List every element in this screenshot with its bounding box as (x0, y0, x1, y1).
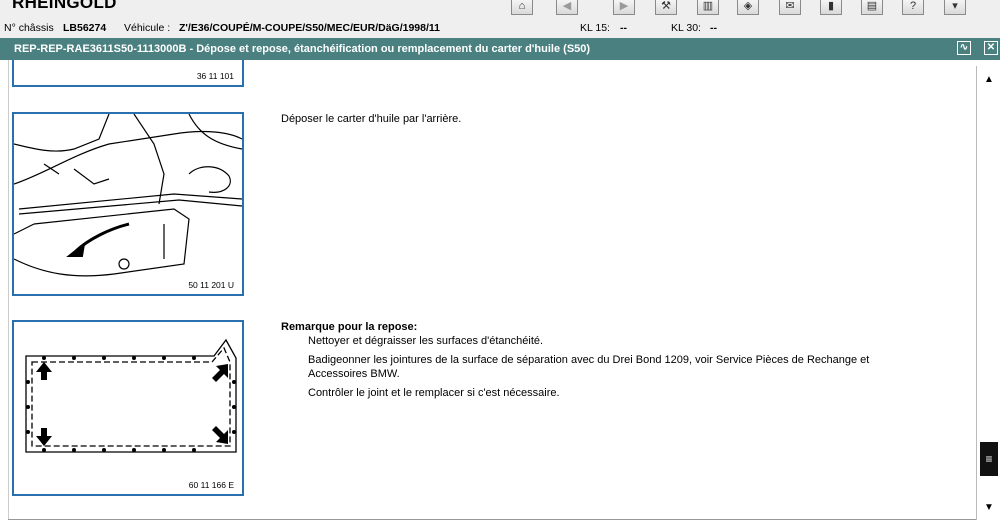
vertical-scrollbar[interactable]: ▲ ≡ ▼ (976, 66, 1000, 520)
help-button[interactable]: ? (902, 0, 924, 15)
note-title: Remarque pour la repose: (281, 321, 418, 333)
chassis-label: N° châssis (4, 22, 54, 34)
home-button[interactable]: ⌂ (511, 0, 533, 15)
oil-pan-removal-illustration (14, 114, 242, 277)
chassis-value: LB56274 (63, 22, 107, 34)
vehicle-info-line: N° châssis LB56274 Véhicule : Z'/E36/COU… (0, 20, 1000, 36)
note-item: Nettoyer et dégraisser les surfaces d'ét… (308, 335, 544, 347)
mail-icon: ✉ (785, 0, 795, 12)
waveform-button[interactable]: ∿ (957, 41, 971, 55)
vehicle-value: Z'/E36/COUPÉ/M-COUPE/S50/MEC/EUR/DäG/199… (179, 22, 441, 34)
wrench-button[interactable]: ⚒ (655, 0, 677, 15)
figure-3[interactable]: 60 11 166 E (12, 320, 244, 496)
arrow-up-icon: ▲ (984, 73, 994, 85)
note-item: Badigeonner les jointures de la surface … (308, 354, 870, 380)
kl30-label: KL 30: (671, 22, 701, 34)
help-icon: ? (909, 0, 917, 12)
mail-button[interactable]: ✉ (779, 0, 801, 15)
app-brand: RHEINGOLD (12, 0, 117, 12)
exit-icon: ▾ (952, 0, 958, 12)
waveform-icon: ∿ (959, 42, 969, 53)
figure-1: 36 11 101 (12, 60, 244, 87)
print-icon: ▤ (866, 0, 878, 12)
documents-button[interactable]: ▥ (697, 0, 719, 15)
scroll-up-button[interactable]: ▲ (980, 70, 998, 88)
note-item: Contrôler le joint et le remplacer si c'… (308, 387, 560, 399)
back-button[interactable]: ◀ (556, 0, 578, 15)
document-title: REP-REP-RAE3611S50-1113000B - Dépose et … (14, 43, 591, 55)
kl15-label: KL 15: (580, 22, 610, 34)
print-button[interactable]: ▤ (861, 0, 883, 15)
home-icon: ⌂ (518, 0, 526, 12)
diagnosis-button[interactable]: ◈ (737, 0, 759, 15)
kl30-value: -- (710, 22, 717, 34)
note-list: Nettoyer et dégraisser les surfaces d'ét… (281, 334, 928, 400)
header-bar: RHEINGOLD ⌂ ◀ ▶ ⚒ ▥ ◈ ✉ ▮ ▤ ? ▾ N° châss… (0, 0, 1000, 38)
back-icon: ◀ (562, 0, 572, 12)
measure-icon: ▮ (827, 0, 835, 12)
close-icon: ✕ (986, 42, 996, 53)
figure-code: 60 11 166 E (188, 480, 234, 490)
exit-button[interactable]: ▾ (944, 0, 966, 15)
close-button[interactable]: ✕ (984, 41, 998, 55)
bottom-divider (8, 519, 976, 520)
installation-note: Remarque pour la repose: Nettoyer et dég… (281, 320, 928, 405)
vehicle-label: Véhicule : (124, 22, 171, 34)
forward-icon: ▶ (619, 0, 629, 12)
wrench-icon: ⚒ (661, 0, 671, 12)
book-icon: ▥ (702, 0, 714, 12)
arrow-down-icon: ▼ (984, 501, 994, 513)
scroll-thumb[interactable]: ≡ (980, 442, 998, 476)
document-title-bar: REP-REP-RAE3611S50-1113000B - Dépose et … (0, 38, 1000, 60)
forward-button[interactable]: ▶ (613, 0, 635, 15)
figure-2[interactable]: 50 11 201 U (12, 112, 244, 296)
grip-icon: ≡ (985, 452, 993, 466)
kl15-value: -- (620, 22, 627, 34)
figure-code: 36 11 101 (196, 71, 234, 81)
document-content: 36 11 101 50 11 201 U Déposer le carter … (8, 60, 977, 520)
oil-pan-gasket-illustration (25, 338, 237, 453)
step-remove-text: Déposer le carter d'huile par l'arrière. (281, 113, 462, 125)
diagnosis-icon: ◈ (743, 0, 753, 12)
measure-button[interactable]: ▮ (820, 0, 842, 15)
figure-code: 50 11 201 U (188, 280, 234, 290)
scroll-down-button[interactable]: ▼ (980, 498, 998, 516)
